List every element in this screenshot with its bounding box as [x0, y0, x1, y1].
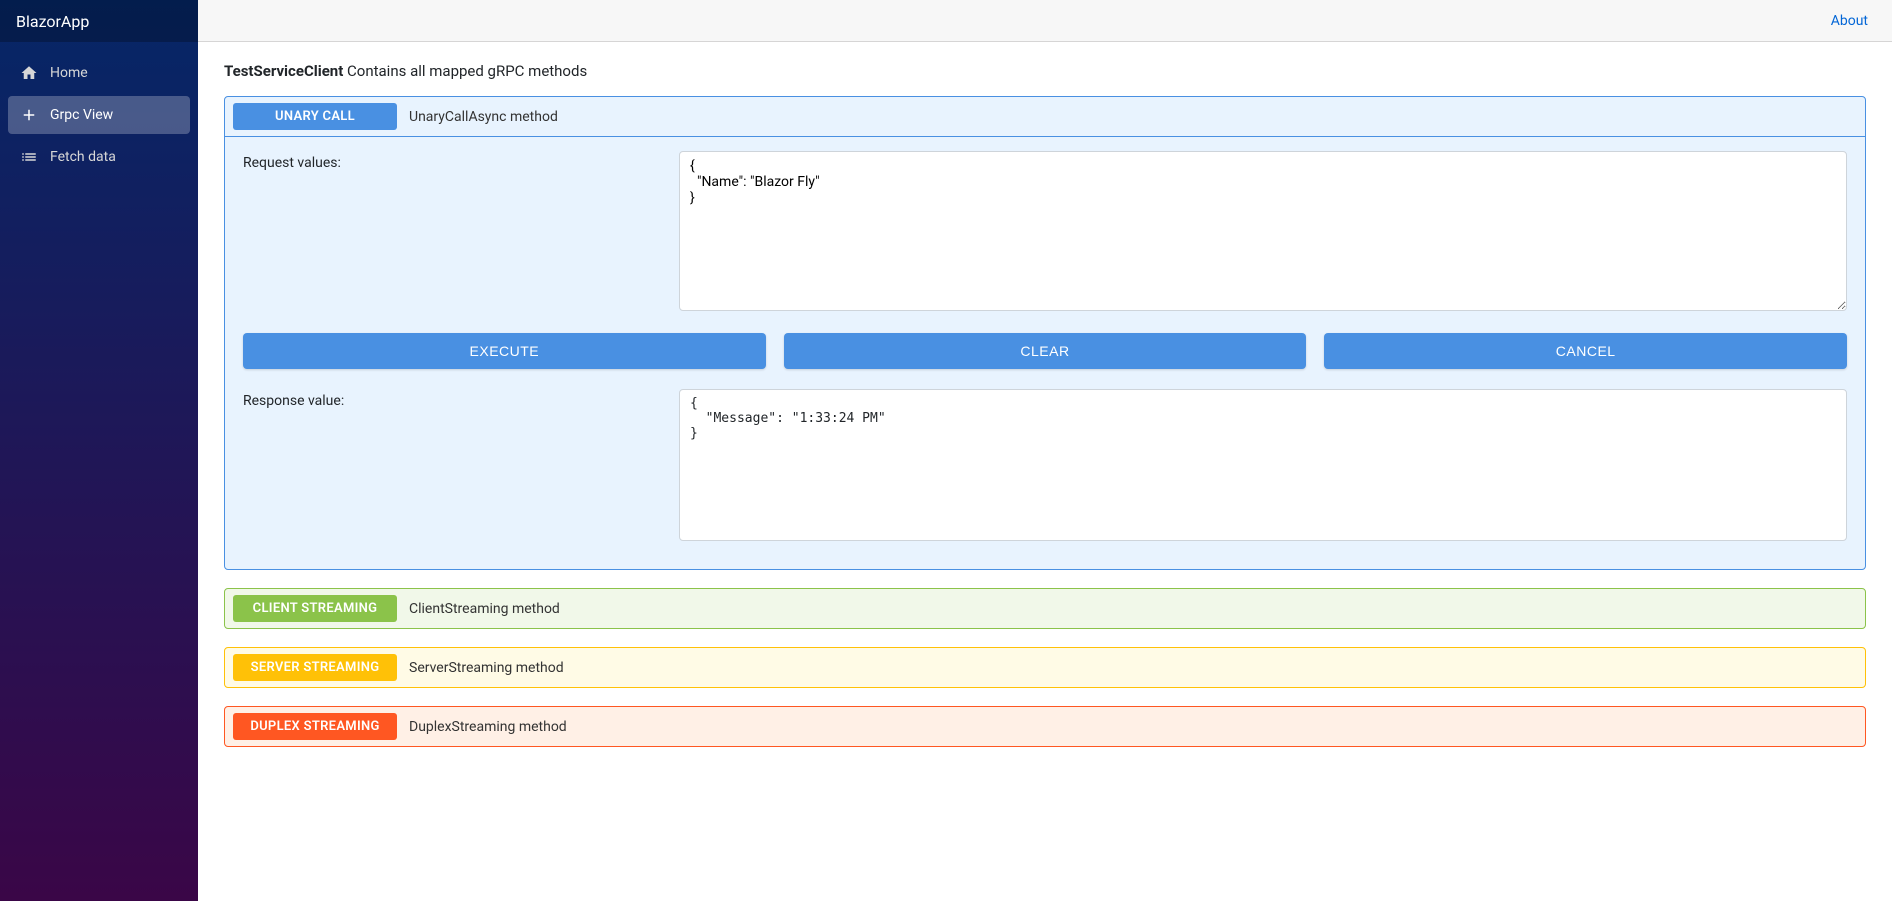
badge-unary: UNARY CALL — [233, 103, 397, 130]
page-title: TestServiceClient Contains all mapped gR… — [224, 62, 1866, 80]
panel-header-client-streaming[interactable]: CLIENT STREAMING ClientStreaming method — [225, 589, 1865, 628]
service-desc: Contains all mapped gRPC methods — [347, 62, 587, 80]
panel-header-duplex-streaming[interactable]: DUPLEX STREAMING DuplexStreaming method — [225, 707, 1865, 746]
app-brand: BlazorApp — [0, 0, 198, 42]
method-desc-server-streaming: ServerStreaming method — [409, 660, 564, 676]
response-row: Response value: { "Message": "1:33:24 PM… — [243, 389, 1847, 541]
nav-label: Home — [50, 65, 88, 81]
panel-duplex-streaming: DUPLEX STREAMING DuplexStreaming method — [224, 706, 1866, 747]
home-icon — [20, 64, 38, 82]
badge-client-streaming: CLIENT STREAMING — [233, 595, 397, 622]
nav-item-home[interactable]: Home — [8, 54, 190, 92]
nav-label: Grpc View — [50, 107, 113, 123]
panel-body-unary: Request values: EXECUTE CLEAR CANCEL Res… — [225, 137, 1865, 569]
response-label: Response value: — [243, 389, 679, 541]
panel-header-unary[interactable]: UNARY CALL UnaryCallAsync method — [225, 97, 1865, 137]
request-row: Request values: — [243, 151, 1847, 315]
cancel-button[interactable]: CANCEL — [1324, 333, 1847, 369]
badge-duplex-streaming: DUPLEX STREAMING — [233, 713, 397, 740]
plus-icon — [20, 106, 38, 124]
nav-label: Fetch data — [50, 149, 116, 165]
badge-server-streaming: SERVER STREAMING — [233, 654, 397, 681]
sidebar: BlazorApp Home Grpc View Fetch data — [0, 0, 198, 901]
sidebar-nav: Home Grpc View Fetch data — [0, 42, 198, 192]
response-box: { "Message": "1:33:24 PM" } — [679, 389, 1847, 541]
clear-button[interactable]: CLEAR — [784, 333, 1307, 369]
request-label: Request values: — [243, 151, 679, 315]
method-desc-unary: UnaryCallAsync method — [409, 109, 558, 125]
panel-client-streaming: CLIENT STREAMING ClientStreaming method — [224, 588, 1866, 629]
top-bar: About — [198, 0, 1892, 42]
service-name: TestServiceClient — [224, 62, 343, 80]
method-desc-duplex-streaming: DuplexStreaming method — [409, 719, 567, 735]
panel-server-streaming: SERVER STREAMING ServerStreaming method — [224, 647, 1866, 688]
content: TestServiceClient Contains all mapped gR… — [198, 42, 1892, 785]
method-desc-client-streaming: ClientStreaming method — [409, 601, 560, 617]
request-textarea[interactable] — [679, 151, 1847, 311]
execute-button[interactable]: EXECUTE — [243, 333, 766, 369]
main: About TestServiceClient Contains all map… — [198, 0, 1892, 901]
button-row: EXECUTE CLEAR CANCEL — [243, 333, 1847, 369]
panel-unary-call: UNARY CALL UnaryCallAsync method Request… — [224, 96, 1866, 570]
panel-header-server-streaming[interactable]: SERVER STREAMING ServerStreaming method — [225, 648, 1865, 687]
nav-item-grpc-view[interactable]: Grpc View — [8, 96, 190, 134]
about-link[interactable]: About — [1831, 13, 1868, 29]
nav-item-fetch-data[interactable]: Fetch data — [8, 138, 190, 176]
list-icon — [20, 148, 38, 166]
